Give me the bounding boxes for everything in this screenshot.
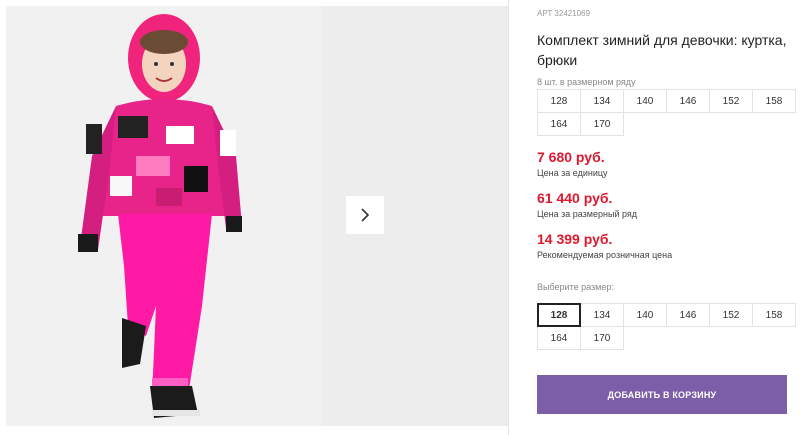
size-option-134[interactable]: 134 <box>580 303 624 327</box>
row-price: 61 440 руб. <box>537 190 613 206</box>
pack-size-grid: 128 134 140 146 152 158 164 170 <box>537 89 796 136</box>
pack-size-cell: 134 <box>580 89 624 113</box>
size-option-164[interactable]: 164 <box>537 326 581 350</box>
size-option-152[interactable]: 152 <box>709 303 753 327</box>
pack-size-label: 8 шт. в размерном ряду <box>537 77 636 87</box>
unit-price: 7 680 руб. <box>537 149 605 165</box>
pack-size-cell: 128 <box>537 89 581 113</box>
size-picker-label: Выберите размер: <box>537 282 614 292</box>
pack-size-cell: 170 <box>580 112 624 136</box>
pack-size-cell: 158 <box>752 89 796 113</box>
pack-size-cell: 146 <box>666 89 710 113</box>
add-to-cart-button[interactable]: ДОБАВИТЬ В КОРЗИНУ <box>537 375 787 414</box>
product-photo <box>6 6 322 426</box>
retail-price-caption: Рекомендуемая розничная цена <box>537 250 673 260</box>
row-price-caption: Цена за размерный ряд <box>537 209 638 219</box>
size-option-146[interactable]: 146 <box>666 303 710 327</box>
retail-price: 14 399 руб. <box>537 231 613 247</box>
panel-divider <box>508 0 509 435</box>
size-picker-grid: 128 134 140 146 152 158 164 170 <box>537 303 796 350</box>
product-sku: АРТ 32421069 <box>537 9 591 18</box>
pack-size-cell: 140 <box>623 89 667 113</box>
product-title: Комплект зимний для девочки: куртка, брю… <box>537 32 787 68</box>
pack-size-cell: 164 <box>537 112 581 136</box>
size-option-140[interactable]: 140 <box>623 303 667 327</box>
pack-size-cell: 152 <box>709 89 753 113</box>
chevron-right-icon <box>361 208 370 222</box>
gallery-next-button[interactable] <box>346 196 384 234</box>
size-option-158[interactable]: 158 <box>752 303 796 327</box>
size-option-170[interactable]: 170 <box>580 326 624 350</box>
unit-price-caption: Цена за единицу <box>537 168 608 178</box>
size-option-128[interactable]: 128 <box>537 303 581 327</box>
